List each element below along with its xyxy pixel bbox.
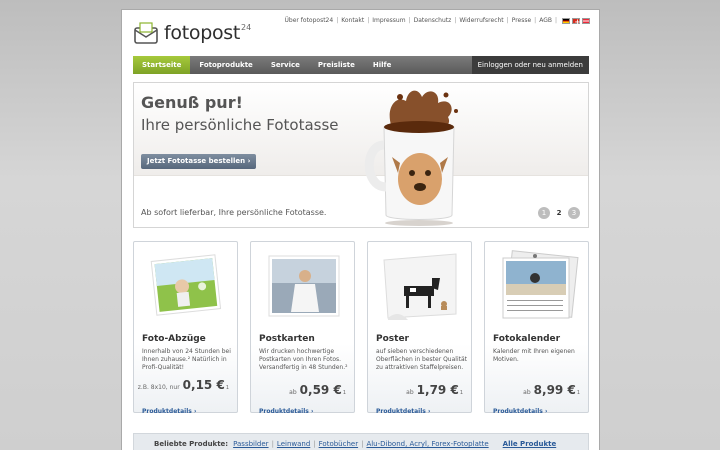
toplink-privacy[interactable]: Datenschutz (414, 17, 452, 24)
price-value: 0,59 € (299, 383, 342, 397)
nav-item-photo-products[interactable]: Fotoprodukte (190, 56, 261, 74)
card-description: Kalender mit Ihren eigenen Motiven. (493, 348, 575, 363)
pager-dot-3[interactable]: 3 (568, 207, 580, 219)
card-price: ab 8,99 € 1 (523, 383, 580, 397)
product-card-poster[interactable]: Poster auf sieben verschiedenen Oberfläc… (367, 241, 472, 415)
flag-austria-icon[interactable] (582, 17, 590, 24)
hero-pager: 1 2 3 (538, 207, 580, 219)
toplink-about[interactable]: Über fotopost24 (285, 17, 334, 24)
toplink-press[interactable]: Presse (512, 17, 531, 24)
product-details-link[interactable]: Produktdetails (142, 408, 196, 415)
poster-image (383, 253, 457, 320)
flag-germany-icon[interactable] (562, 17, 570, 24)
card-title: Fotokalender (493, 334, 561, 344)
hero-banner: Genuß pur! Ihre persönliche Fototasse Je… (133, 82, 589, 228)
price-prefix: z.B. 8x10, nur (137, 384, 180, 391)
card-description: auf sieben verschiedenen Oberflächen in … (376, 348, 467, 371)
product-details-link[interactable]: Produktdetails (259, 408, 313, 415)
price-footnote: 1 (342, 390, 346, 396)
toplink-withdrawal[interactable]: Widerrufsrecht (459, 17, 503, 24)
card-title: Postkarten (259, 334, 315, 344)
product-card-prints[interactable]: Foto-Abzüge Innerhalb von 24 Stunden bei… (133, 241, 238, 415)
top-links: Über fotopost24 | Kontakt | Impressum | Dat… (285, 17, 590, 25)
nav-item-service[interactable]: Service (262, 56, 309, 74)
card-title: Poster (376, 334, 409, 344)
nav-item-home[interactable]: Startseite (133, 56, 191, 74)
photo-mug-image (364, 90, 458, 226)
popular-link-passport[interactable]: Passbilder (233, 440, 268, 448)
popular-products-label: Beliebte Produkte: (154, 440, 229, 448)
toplink-contact[interactable]: Kontakt (341, 17, 364, 24)
price-value: 8,99 € (533, 383, 576, 397)
logo-superscript: 24 (241, 22, 252, 32)
card-description: Innerhalb von 24 Stunden bei Ihnen zuhau… (142, 348, 231, 371)
card-price: z.B. 8x10, nur 0,15 € 1 (138, 378, 229, 392)
product-details-link[interactable]: Produktdetails (493, 408, 547, 415)
photo-calendar-image (502, 250, 579, 319)
logo-text: fotopost (164, 22, 241, 44)
card-price: ab 1,79 € 1 (406, 383, 463, 397)
card-price: ab 0,59 € 1 (289, 383, 346, 397)
popular-products-bar: Beliebte Produkte: Passbilder | Leinwand |… (133, 433, 589, 450)
product-card-calendar[interactable]: Fotokalender Kalender mit Ihren eigenen … (484, 241, 589, 415)
nav-item-help[interactable]: Hilfe (364, 56, 400, 74)
page-container: fotopost 24 Über fotopost24 | Kontakt | Im… (121, 9, 600, 450)
hero-caption: Ab sofort lieferbar, Ihre persönliche Fo… (141, 208, 327, 217)
price-value: 0,15 € (182, 378, 225, 392)
price-prefix: ab (523, 389, 531, 396)
price-value: 1,79 € (416, 383, 459, 397)
photo-prints-image (150, 254, 222, 316)
toplink-imprint[interactable]: Impressum (372, 17, 405, 24)
flag-switzerland-icon[interactable] (572, 17, 580, 25)
card-title: Foto-Abzüge (142, 334, 206, 344)
pager-dot-2[interactable]: 2 (553, 207, 565, 219)
postcards-image (268, 255, 340, 317)
product-details-link[interactable]: Produktdetails (376, 408, 430, 415)
price-footnote: 1 (576, 390, 580, 396)
logo[interactable]: fotopost 24 (134, 22, 251, 44)
toplink-terms[interactable]: AGB (539, 17, 552, 24)
popular-link-plates[interactable]: Alu-Dibond, Acryl, Forex-Fotoplatte (366, 440, 488, 448)
nav-item-pricelist[interactable]: Preisliste (309, 56, 364, 74)
price-prefix: ab (406, 389, 414, 396)
all-products-link[interactable]: Alle Produkte (503, 440, 557, 448)
popular-link-canvas[interactable]: Leinwand (277, 440, 310, 448)
product-card-postcards[interactable]: Postkarten Wir drucken hochwertige Postk… (250, 241, 355, 415)
price-footnote: 1 (459, 390, 463, 396)
main-nav: Startseite Fotoprodukte Service Preislis… (133, 56, 589, 74)
price-footnote: 1 (225, 385, 229, 391)
product-cards: Foto-Abzüge Innerhalb von 24 Stunden bei… (133, 241, 589, 415)
hero-title: Genuß pur! (141, 93, 243, 112)
price-prefix: ab (289, 389, 297, 396)
order-photo-mug-button[interactable]: Jetzt Fototasse bestellen (141, 154, 257, 169)
pager-dot-1[interactable]: 1 (538, 207, 550, 219)
popular-link-photobooks[interactable]: Fotobücher (319, 440, 358, 448)
hero-subtitle: Ihre persönliche Fototasse (141, 116, 339, 134)
card-description: Wir drucken hochwertige Postkarten von I… (259, 348, 348, 371)
envelope-logo-icon (134, 22, 158, 44)
login-button[interactable]: Einloggen oder neu anmelden (471, 56, 589, 74)
